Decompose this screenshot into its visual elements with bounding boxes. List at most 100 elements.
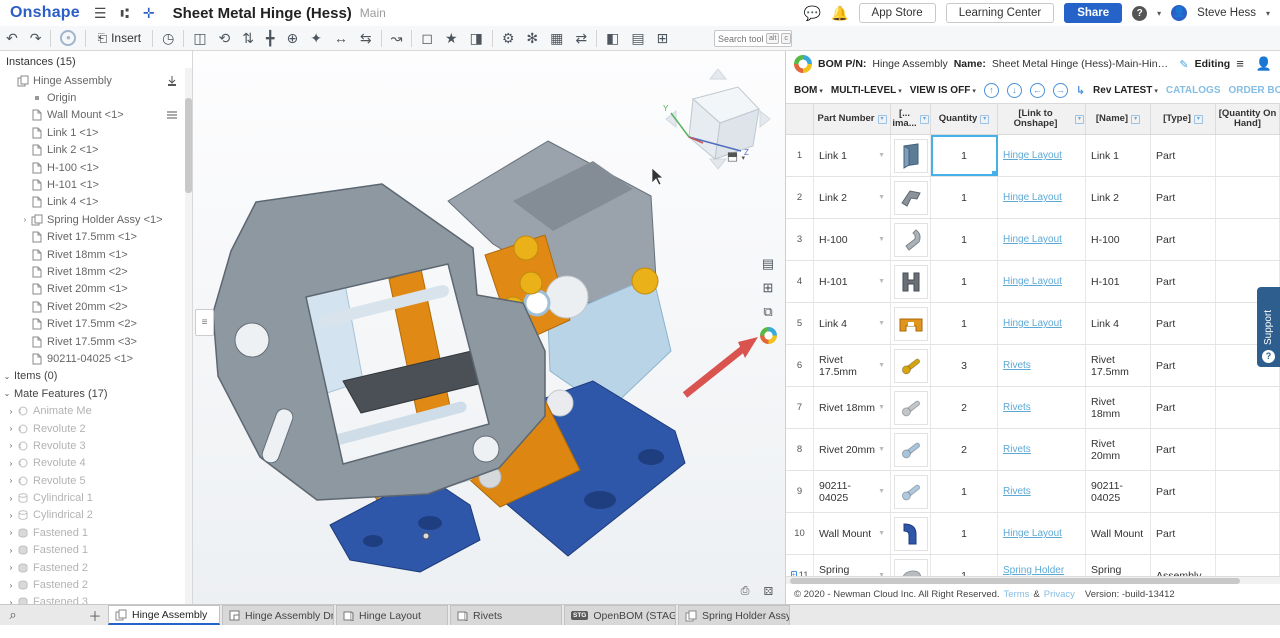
tab-rivets[interactable]: Rivets — [450, 605, 562, 625]
mate-fastened-1[interactable]: ›Fastened 1 — [0, 524, 192, 541]
redo-icon[interactable]: ↷ — [24, 30, 48, 47]
bom-table-icon[interactable]: ⊞ — [651, 30, 675, 47]
type-cell[interactable]: Part — [1151, 303, 1216, 344]
user-caret-icon[interactable]: ▾ — [1266, 9, 1270, 18]
column-header-part-number[interactable]: Part Number▾ — [814, 104, 891, 134]
mate-fastened-2[interactable]: ›Fastened 2 — [0, 559, 192, 576]
named-views-icon[interactable]: ◻ — [415, 30, 439, 47]
name-cell[interactable]: Rivet 18mm — [1086, 387, 1151, 428]
type-cell[interactable]: Assembly — [1151, 555, 1216, 576]
column-filter-icon[interactable]: ▾ — [920, 115, 929, 124]
mate-cylindrical-1[interactable]: ›Cylindrical 1 — [0, 489, 192, 506]
move-up-icon[interactable]: ↑ — [984, 83, 999, 98]
row-number[interactable]: 2 — [786, 177, 814, 218]
menu-icon[interactable] — [166, 109, 178, 121]
thumbnail-cell[interactable] — [891, 471, 931, 512]
quantity-on-hand-cell[interactable] — [1216, 555, 1280, 576]
part-dropdown-icon[interactable]: ▼ — [878, 488, 885, 495]
expand-chevron-icon[interactable]: › — [6, 407, 16, 416]
mate-revolute-3[interactable]: ›Revolute 3 — [0, 437, 192, 454]
items-section[interactable]: ⌄ Items (0) — [0, 368, 192, 385]
expand-chevron-icon[interactable]: › — [6, 528, 16, 537]
quantity-cell[interactable]: 1 — [931, 177, 998, 218]
rev-dropdown[interactable]: Rev LATEST▾ — [1093, 85, 1158, 96]
type-cell[interactable]: Part — [1151, 429, 1216, 470]
tab-hinge-assembly-drawin[interactable]: Hinge Assembly Drawin... — [222, 605, 334, 625]
link-to-onshape-cell[interactable]: Hinge Layout — [998, 219, 1086, 260]
onshape-tab-link[interactable]: Rivets — [1003, 444, 1031, 455]
column-header-link-to-onshape[interactable]: [Link to Onshape]▾ — [998, 104, 1086, 134]
app-store-button[interactable]: App Store — [859, 3, 936, 23]
avatar[interactable]: 👤 — [1171, 5, 1187, 21]
link-to-onshape-cell[interactable]: Hinge Layout — [998, 135, 1086, 176]
part-number-cell[interactable]: Spring Holder▼ — [814, 555, 891, 576]
thumbnail-cell[interactable] — [891, 555, 931, 576]
assembly-views-icon[interactable]: ⧉ — [756, 300, 780, 323]
expand-chevron-icon[interactable]: › — [6, 511, 16, 520]
instance-link-1-1[interactable]: Link 1 <1> — [0, 124, 192, 141]
quantity-cell[interactable]: 3 — [931, 345, 998, 386]
row-number[interactable]: 7 — [786, 387, 814, 428]
column-header-quantity-on-hand[interactable]: [Quantity On Hand] — [1216, 104, 1280, 134]
part-number-cell[interactable]: H-100▼ — [814, 219, 891, 260]
model-canvas[interactable]: Y Z — [193, 51, 785, 604]
instance-rivet-17-5mm-1[interactable]: Rivet 17.5mm <1> — [0, 229, 192, 246]
link-to-onshape-cell[interactable]: Hinge Layout — [998, 177, 1086, 218]
model-mid-rod[interactable] — [333, 407, 461, 441]
onshape-tab-link[interactable]: Hinge Layout — [1003, 318, 1062, 329]
thumbnail-cell[interactable] — [891, 513, 931, 554]
instances-scrollbar[interactable] — [185, 68, 192, 604]
animate-icon[interactable]: ↝ — [385, 30, 409, 47]
quantity-on-hand-cell[interactable] — [1216, 387, 1280, 428]
parallel-mate-icon[interactable]: ⇆ — [354, 30, 378, 47]
search-tabs-icon[interactable]: ⌕ — [0, 605, 26, 625]
part-number-cell[interactable]: Link 2▼ — [814, 177, 891, 218]
add-tab-icon[interactable]: ＋ — [82, 605, 108, 625]
type-cell[interactable]: Part — [1151, 135, 1216, 176]
part-dropdown-icon[interactable]: ▼ — [878, 194, 885, 201]
onshape-tab-link[interactable]: Hinge Layout — [1003, 234, 1062, 245]
order-bom-link[interactable]: ORDER BOM — [1228, 85, 1280, 96]
instance-h-101-1[interactable]: H-101 <1> — [0, 176, 192, 193]
onshape-tab-link[interactable]: Rivets — [1003, 402, 1031, 413]
hamburger-menu-icon[interactable]: ☰ — [94, 5, 107, 22]
instance-rivet-17-5mm-3[interactable]: Rivet 17.5mm <3> — [0, 333, 192, 350]
tab-spring-holder-assy[interactable]: Spring Holder Assy — [678, 605, 790, 625]
link-to-onshape-cell[interactable]: Rivets — [998, 471, 1086, 512]
planar-mate-icon[interactable]: ╋ — [260, 30, 280, 47]
quantity-cell[interactable]: 1 — [931, 555, 998, 576]
quantity-cell[interactable]: 1 — [931, 261, 998, 302]
share-button[interactable]: Share — [1064, 3, 1122, 23]
cylindrical-mate-icon[interactable]: ✦ — [304, 30, 328, 47]
move-down-icon[interactable]: ↓ — [1007, 83, 1022, 98]
items-chevron-icon[interactable]: ⌄ — [0, 372, 14, 381]
quantity-on-hand-cell[interactable] — [1216, 429, 1280, 470]
configurations-icon[interactable]: ⚙ — [496, 30, 521, 47]
row-number[interactable]: 4 — [786, 261, 814, 302]
mate-cylindrical-2[interactable]: ›Cylindrical 2 — [0, 507, 192, 524]
instance-rivet-20mm-2[interactable]: Rivet 20mm <2> — [0, 298, 192, 315]
support-tab[interactable]: Support ? — [1257, 287, 1280, 367]
column-filter-icon[interactable]: ▾ — [878, 115, 887, 124]
search-tools-box[interactable]: alt c — [714, 30, 792, 47]
help-icon[interactable]: ? — [1132, 6, 1147, 21]
name-cell[interactable]: Link 2 — [1086, 177, 1151, 218]
instance-wall-mount-1[interactable]: Wall Mount <1> — [0, 107, 192, 124]
comments-icon[interactable]: 💬 — [804, 5, 821, 22]
name-cell[interactable]: Rivet 20mm — [1086, 429, 1151, 470]
part-number-cell[interactable]: Rivet 20mm▼ — [814, 429, 891, 470]
catalogs-link[interactable]: CATALOGS — [1166, 85, 1221, 96]
view-dropdown[interactable]: VIEW IS OFF▾ — [910, 85, 976, 96]
instance-h-100-1[interactable]: H-100 <1> — [0, 159, 192, 176]
mate-revolute-4[interactable]: ›Revolute 4 — [0, 455, 192, 472]
replicate-icon[interactable]: ✻ — [520, 30, 544, 47]
3d-viewport[interactable]: Y Z — [193, 51, 785, 604]
move-left-icon[interactable]: ← — [1030, 83, 1045, 98]
expand-chevron-icon[interactable]: › — [6, 494, 16, 503]
onshape-tab-link[interactable]: Hinge Layout — [1003, 528, 1062, 539]
instance-spring-holder-assy-1[interactable]: ›Spring Holder Assy <1> — [0, 211, 192, 228]
insert-button[interactable]: ⎗ Insert — [89, 31, 149, 46]
part-number-cell[interactable]: Rivet 17.5mm▼ — [814, 345, 891, 386]
panel-flyout-handle[interactable]: ≡ — [195, 309, 214, 336]
link-to-onshape-cell[interactable]: Rivets — [998, 429, 1086, 470]
